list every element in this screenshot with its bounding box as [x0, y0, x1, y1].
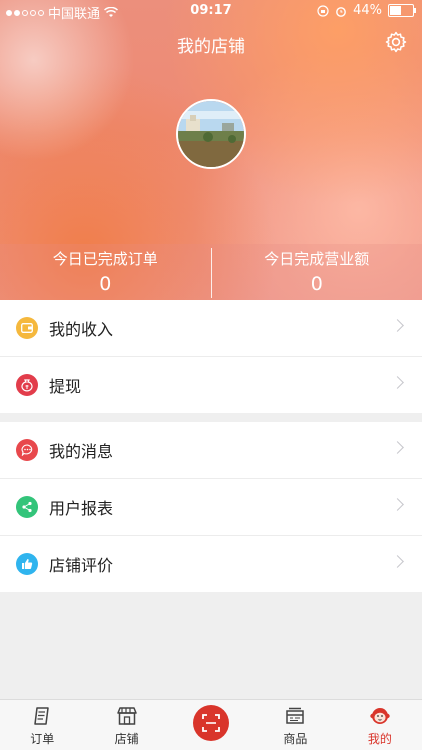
- rotation-lock-icon: [317, 4, 329, 17]
- chevron-right-icon: [391, 319, 404, 332]
- tab-scan[interactable]: [169, 700, 253, 750]
- page-title: 我的店铺: [177, 37, 245, 57]
- tab-label: 店铺: [114, 732, 139, 746]
- tab-bar: 订单 店铺 商品 我的: [0, 699, 422, 750]
- monkey-avatar-icon: [370, 708, 390, 724]
- money-bag-icon: [16, 374, 38, 396]
- menu-label: 提现: [49, 377, 82, 396]
- chevron-right-icon: [391, 555, 404, 568]
- menu-label: 用户报表: [49, 499, 114, 518]
- menu-item-income[interactable]: 我的收入: [0, 300, 422, 357]
- chevron-right-icon: [391, 498, 404, 511]
- scan-button[interactable]: [193, 705, 230, 741]
- wallet-icon: [16, 317, 38, 339]
- tab-store[interactable]: 店铺: [84, 700, 168, 750]
- tab-label: 我的: [367, 732, 392, 746]
- completed-orders-stat: 今日已完成订单 0: [0, 244, 211, 300]
- menu-label: 我的消息: [49, 442, 114, 461]
- status-bar: 中国联通 09:17 44%: [0, 0, 422, 22]
- menu-group-reports: 我的消息 用户报表 店铺评价: [0, 422, 422, 592]
- chevron-right-icon: [391, 376, 404, 389]
- tab-mine[interactable]: 我的: [338, 700, 422, 750]
- stat-value: 0: [310, 273, 323, 295]
- tab-label: 订单: [30, 732, 55, 746]
- profile-header: 中国联通 09:17 44% 我的店铺 今日已完成订单 0 今日完成营业额 0: [0, 0, 422, 300]
- tab-goods[interactable]: 商品: [253, 700, 337, 750]
- scan-icon: [202, 714, 220, 732]
- today-stats: 今日已完成订单 0 今日完成营业额 0: [0, 244, 422, 300]
- avatar-image: [178, 101, 244, 167]
- menu-label: 店铺评价: [49, 556, 114, 575]
- menu-label: 我的收入: [49, 320, 114, 339]
- menu-item-withdraw[interactable]: 提现: [0, 357, 422, 413]
- battery-percent: 44%: [353, 3, 382, 18]
- tab-orders[interactable]: 订单: [0, 700, 84, 750]
- thumbs-up-icon: [16, 553, 38, 575]
- store-avatar[interactable]: [176, 99, 246, 169]
- orders-icon: [34, 707, 49, 725]
- store-icon: [116, 707, 137, 725]
- alarm-icon: [336, 6, 346, 17]
- turnover-stat: 今日完成营业额 0: [212, 244, 422, 300]
- chevron-right-icon: [391, 441, 404, 454]
- goods-icon: [286, 707, 305, 724]
- status-right: 44%: [317, 3, 416, 18]
- chat-icon: [16, 439, 38, 461]
- share-icon: [16, 496, 38, 518]
- battery-icon: [388, 4, 416, 17]
- menu-group-finance: 我的收入 提现: [0, 300, 422, 413]
- stat-value: 0: [99, 273, 112, 295]
- menu-item-user-report[interactable]: 用户报表: [0, 479, 422, 536]
- stat-label: 今日已完成订单: [52, 250, 158, 268]
- stat-label: 今日完成营业额: [264, 250, 370, 268]
- settings-gear-icon[interactable]: [384, 30, 408, 54]
- menu-item-store-reviews[interactable]: 店铺评价: [0, 536, 422, 592]
- tab-label: 商品: [283, 732, 308, 746]
- menu-item-messages[interactable]: 我的消息: [0, 422, 422, 479]
